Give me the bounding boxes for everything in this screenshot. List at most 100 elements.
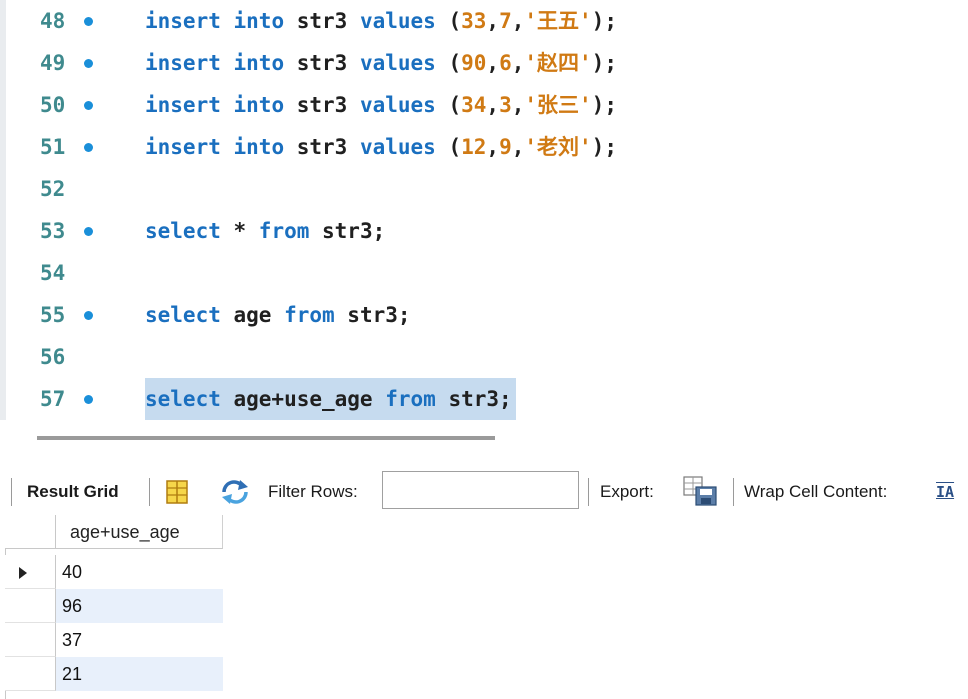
row-header[interactable] — [5, 623, 56, 657]
statement-marker-icon[interactable] — [84, 395, 93, 404]
code-line-55[interactable]: 55 select age from str3; — [0, 294, 968, 336]
line-number: 50 — [40, 93, 66, 117]
code-line-51[interactable]: 51 insert into str3 values (12,9,'老刘'); — [0, 126, 968, 168]
sql-statement: select age from str3; — [145, 294, 411, 336]
sql-statement: insert into str3 values (33,7,'王五'); — [145, 0, 617, 42]
sql-keyword: into — [233, 51, 285, 75]
sql-literal: 9 — [499, 135, 512, 159]
sql-text: , — [511, 9, 525, 33]
statement-marker-icon[interactable] — [84, 17, 93, 26]
sql-literal: '老刘' — [524, 135, 592, 159]
sql-text: , — [486, 93, 500, 117]
grid-layout-icon[interactable] — [165, 479, 189, 505]
sql-statement: insert into str3 values (90,6,'赵四'); — [145, 42, 617, 84]
sql-text: * — [220, 219, 259, 243]
sql-text: str3 — [284, 9, 360, 33]
code-line-57[interactable]: 57 select age+use_age from str3; — [0, 378, 968, 420]
sql-text: ( — [435, 93, 462, 117]
line-number: 53 — [40, 219, 66, 243]
export-label: Export: — [600, 482, 654, 501]
filter-rows-input[interactable] — [382, 471, 579, 509]
code-line-48[interactable]: 48 insert into str3 values (33,7,'王五'); — [0, 0, 968, 42]
sql-text: , — [511, 93, 525, 117]
sql-text: ); — [591, 51, 617, 75]
statement-marker-icon[interactable] — [84, 59, 93, 68]
sql-keyword: from — [284, 303, 335, 327]
grid-cell[interactable]: 21 — [56, 657, 223, 691]
refresh-arrows-icon[interactable] — [218, 478, 252, 506]
table-row[interactable]: 21 — [5, 657, 223, 691]
code-line-54[interactable]: 54 — [0, 252, 968, 294]
grid-header-row: age+use_age — [5, 515, 223, 549]
sql-text: ); — [591, 135, 617, 159]
sql-text: , — [486, 135, 500, 159]
grid-cell[interactable]: 37 — [56, 623, 223, 657]
line-number: 55 — [40, 303, 66, 327]
table-row[interactable]: 96 — [5, 589, 223, 623]
code-line-50[interactable]: 50 insert into str3 values (34,3,'张三'); — [0, 84, 968, 126]
sql-text: , — [511, 135, 525, 159]
code-line-53[interactable]: 53 select * from str3; — [0, 210, 968, 252]
sql-literal: 7 — [499, 9, 512, 33]
sql-text: age+use_age — [220, 387, 386, 411]
sql-editor[interactable]: 48 insert into str3 values (33,7,'王五'); 49… — [0, 0, 968, 420]
sql-keyword: select — [145, 303, 221, 327]
result-grid: age+use_age 40 96 37 21 — [5, 515, 223, 699]
sql-text: , — [486, 51, 500, 75]
sql-literal: 3 — [499, 93, 512, 117]
statement-marker-icon[interactable] — [84, 311, 93, 320]
sql-literal: '赵四' — [524, 51, 592, 75]
column-header-age-use-age[interactable]: age+use_age — [56, 515, 223, 549]
panel-splitter-handle[interactable] — [37, 436, 495, 440]
sql-keyword: select — [145, 387, 221, 411]
code-line-56[interactable]: 56 — [0, 336, 968, 378]
sql-keyword: insert — [145, 9, 221, 33]
sql-literal: 34 — [461, 93, 487, 117]
sql-text: , — [486, 9, 500, 33]
table-row[interactable]: 37 — [5, 623, 223, 657]
sql-literal: 12 — [461, 135, 487, 159]
toolbar-separator — [11, 478, 12, 506]
toolbar-separator — [733, 478, 734, 506]
line-number: 49 — [40, 51, 66, 75]
row-header[interactable] — [5, 555, 56, 589]
statement-marker-icon[interactable] — [84, 101, 93, 110]
statement-marker-icon[interactable] — [84, 227, 93, 236]
row-header[interactable] — [5, 657, 56, 691]
line-number: 54 — [40, 261, 66, 285]
sql-literal: 33 — [461, 9, 487, 33]
sql-keyword: into — [233, 135, 285, 159]
line-number: 52 — [40, 177, 66, 201]
grid-cell[interactable]: 40 — [56, 555, 223, 589]
sql-keyword: values — [359, 135, 436, 159]
wrap-cell-content-label: Wrap Cell Content: — [744, 482, 888, 501]
sql-keyword: from — [385, 387, 436, 411]
sql-text: ( — [435, 135, 462, 159]
result-grid-tab[interactable]: Result Grid — [27, 482, 119, 502]
row-header[interactable] — [5, 589, 56, 623]
sql-literal: '张三' — [524, 93, 592, 117]
sql-text: , — [511, 51, 525, 75]
sql-text: str3 — [284, 93, 360, 117]
sql-statement: insert into str3 values (34,3,'张三'); — [145, 84, 617, 126]
export-icon[interactable] — [682, 475, 718, 507]
table-row[interactable]: 40 — [5, 555, 223, 589]
line-number: 51 — [40, 135, 66, 159]
current-row-arrow-icon — [19, 567, 27, 579]
code-line-49[interactable]: 49 insert into str3 values (90,6,'赵四'); — [0, 42, 968, 84]
sql-keyword: into — [233, 93, 285, 117]
statement-marker-icon[interactable] — [84, 143, 93, 152]
sql-text: age — [220, 303, 285, 327]
sql-keyword: into — [233, 9, 285, 33]
wrap-text-icon[interactable]: IA — [936, 480, 962, 504]
sql-text: str3; — [435, 387, 512, 411]
sql-text: ); — [591, 93, 617, 117]
sql-keyword: insert — [145, 51, 221, 75]
code-line-52[interactable]: 52 — [0, 168, 968, 210]
grid-corner-cell[interactable] — [5, 515, 56, 549]
sql-text: ( — [435, 51, 462, 75]
grid-cell[interactable]: 96 — [56, 589, 223, 623]
